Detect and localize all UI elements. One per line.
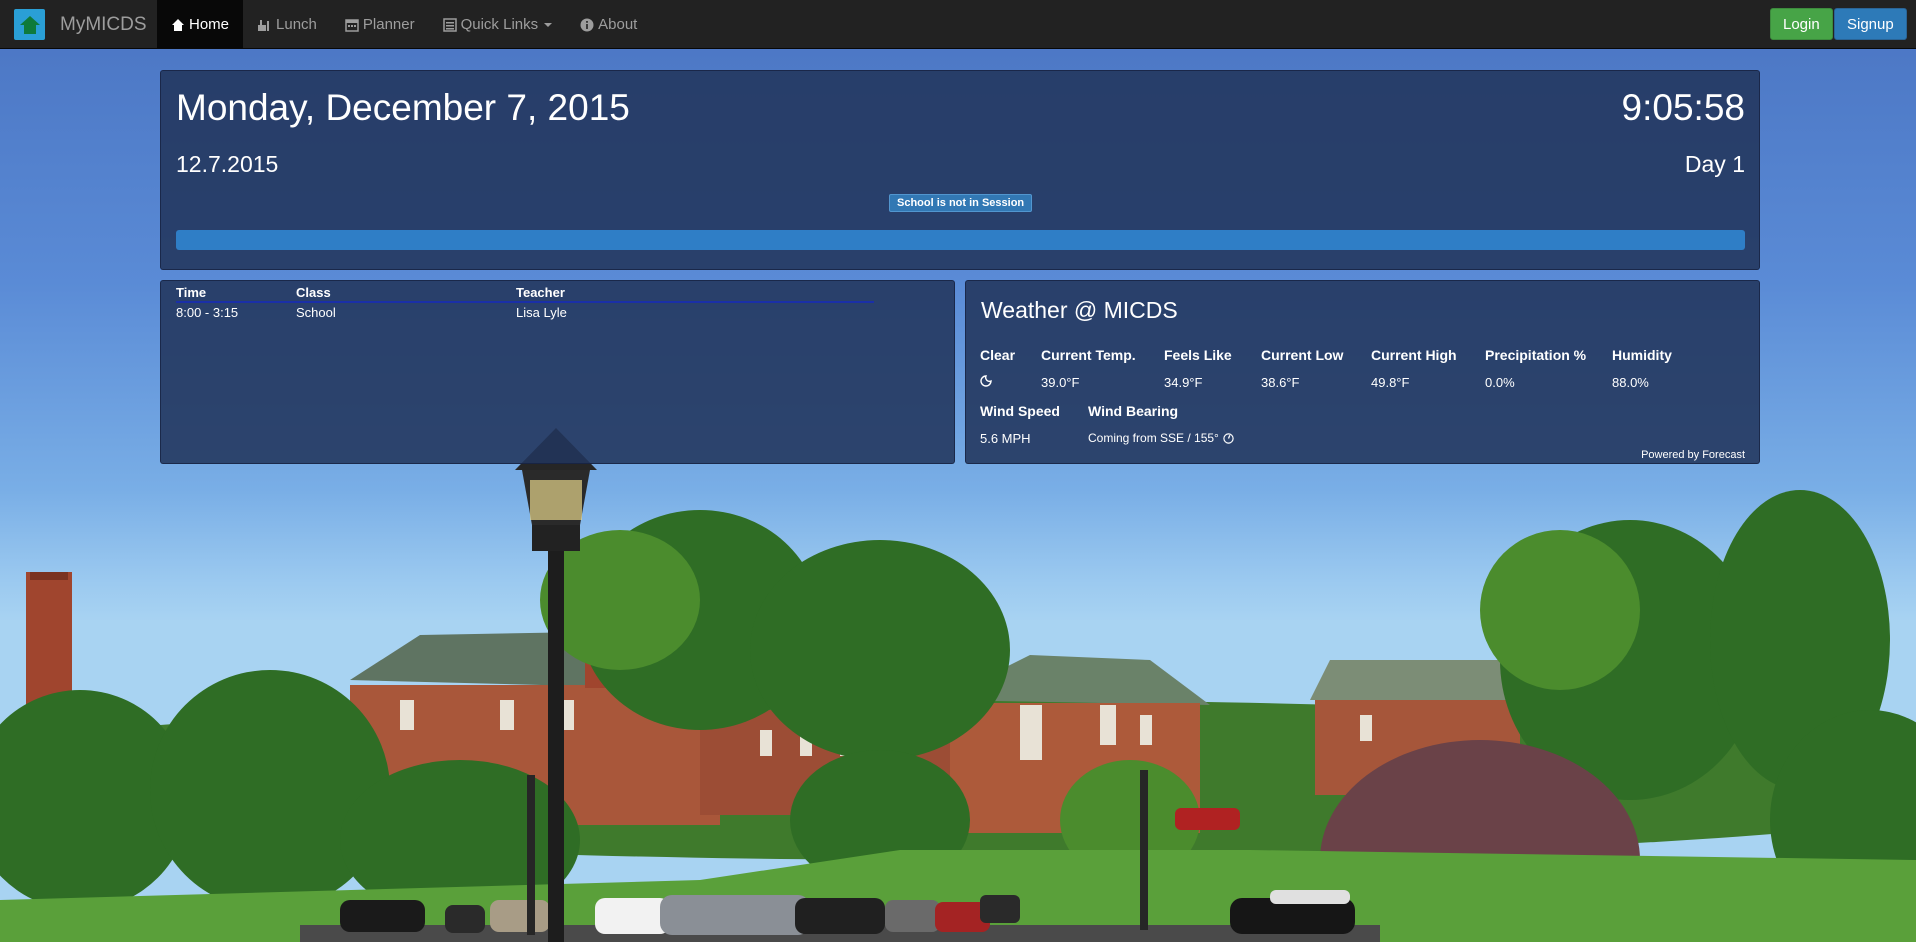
value-current-high: 49.8°F bbox=[1371, 375, 1410, 390]
current-time: 9:05:58 bbox=[1621, 87, 1745, 128]
label-feels-like: Feels Like bbox=[1164, 347, 1232, 363]
schedule-panel: Time Class Teacher 8:00 - 3:15 School Li… bbox=[160, 280, 955, 464]
value-precipitation: 0.0% bbox=[1485, 375, 1515, 390]
label-current-high: Current High bbox=[1371, 347, 1457, 363]
label-current-temp: Current Temp. bbox=[1041, 347, 1136, 363]
main-nav: Home Lunch Planner Quick Links About bbox=[157, 0, 651, 49]
value-humidity: 88.0% bbox=[1612, 375, 1649, 390]
info-icon bbox=[580, 18, 594, 32]
mymicds-logo-icon bbox=[14, 9, 45, 40]
list-icon bbox=[442, 17, 457, 32]
nav-planner-label: Planner bbox=[362, 16, 415, 33]
nav-lunch[interactable]: Lunch bbox=[243, 0, 331, 49]
calendar-icon bbox=[345, 18, 359, 32]
school-day-progress-bar bbox=[176, 230, 1745, 250]
short-date: 12.7.2015 bbox=[176, 151, 279, 177]
header-class: Class bbox=[296, 285, 331, 300]
weather-panel: Weather @ MICDS Clear Current Temp. Feel… bbox=[965, 280, 1760, 464]
chevron-down-icon bbox=[544, 22, 553, 27]
powered-by-forecast-link[interactable]: Powered by Forecast bbox=[1641, 449, 1745, 461]
nav-quick-links[interactable]: Quick Links bbox=[429, 0, 567, 49]
row-time: 8:00 - 3:15 bbox=[176, 305, 239, 320]
nav-lunch-label: Lunch bbox=[276, 16, 317, 33]
brand-name: MyMICDS bbox=[60, 13, 147, 35]
value-current-temp: 39.0°F bbox=[1041, 375, 1080, 390]
school-status-badge: School is not in Session bbox=[889, 194, 1033, 212]
rotation-day: Day 1 bbox=[1684, 151, 1745, 177]
label-condition: Clear bbox=[980, 347, 1016, 363]
nav-home-label: Home bbox=[189, 16, 230, 33]
label-current-low: Current Low bbox=[1261, 347, 1344, 363]
nav-about[interactable]: About bbox=[566, 0, 651, 49]
nav-about-label: About bbox=[598, 16, 638, 33]
nav-planner[interactable]: Planner bbox=[331, 0, 429, 49]
value-feels-like: 34.9°F bbox=[1164, 375, 1203, 390]
label-wind-bearing: Wind Bearing bbox=[1088, 403, 1179, 419]
clear-night-icon bbox=[980, 375, 992, 390]
brand[interactable]: MyMICDS bbox=[14, 9, 147, 40]
label-humidity: Humidity bbox=[1612, 347, 1672, 363]
nav-home[interactable]: Home bbox=[157, 0, 244, 49]
date-time-panel: Monday, December 7, 2015 9:05:58 12.7.20… bbox=[160, 70, 1760, 270]
row-teacher: Lisa Lyle bbox=[516, 305, 567, 320]
value-current-low: 38.6°F bbox=[1261, 375, 1300, 390]
schedule-header: Time Class Teacher bbox=[176, 283, 874, 303]
login-button[interactable]: Login bbox=[1770, 8, 1833, 40]
wind-bearing-row: Coming from SSE / 155° bbox=[1088, 431, 1234, 445]
lunch-icon bbox=[257, 18, 272, 32]
signup-button[interactable]: Signup bbox=[1834, 8, 1907, 40]
table-row: 8:00 - 3:15 School Lisa Lyle bbox=[176, 303, 874, 321]
nav-quick-links-label: Quick Links bbox=[460, 16, 539, 33]
home-icon bbox=[171, 18, 185, 32]
weather-title: Weather @ MICDS bbox=[981, 297, 1178, 323]
label-wind-speed: Wind Speed bbox=[980, 403, 1060, 419]
long-date: Monday, December 7, 2015 bbox=[176, 87, 630, 128]
compass-arrow-icon bbox=[1223, 432, 1234, 444]
top-navbar: MyMICDS Home Lunch Planner Quick Links A… bbox=[0, 0, 1916, 49]
header-teacher: Teacher bbox=[516, 285, 565, 300]
header-time: Time bbox=[176, 285, 207, 300]
row-class: School bbox=[296, 305, 336, 320]
progress-fill bbox=[176, 230, 1745, 250]
label-precipitation: Precipitation % bbox=[1485, 347, 1587, 363]
value-wind-speed: 5.6 MPH bbox=[980, 431, 1031, 446]
value-wind-bearing: Coming from SSE / 155° bbox=[1088, 431, 1219, 445]
